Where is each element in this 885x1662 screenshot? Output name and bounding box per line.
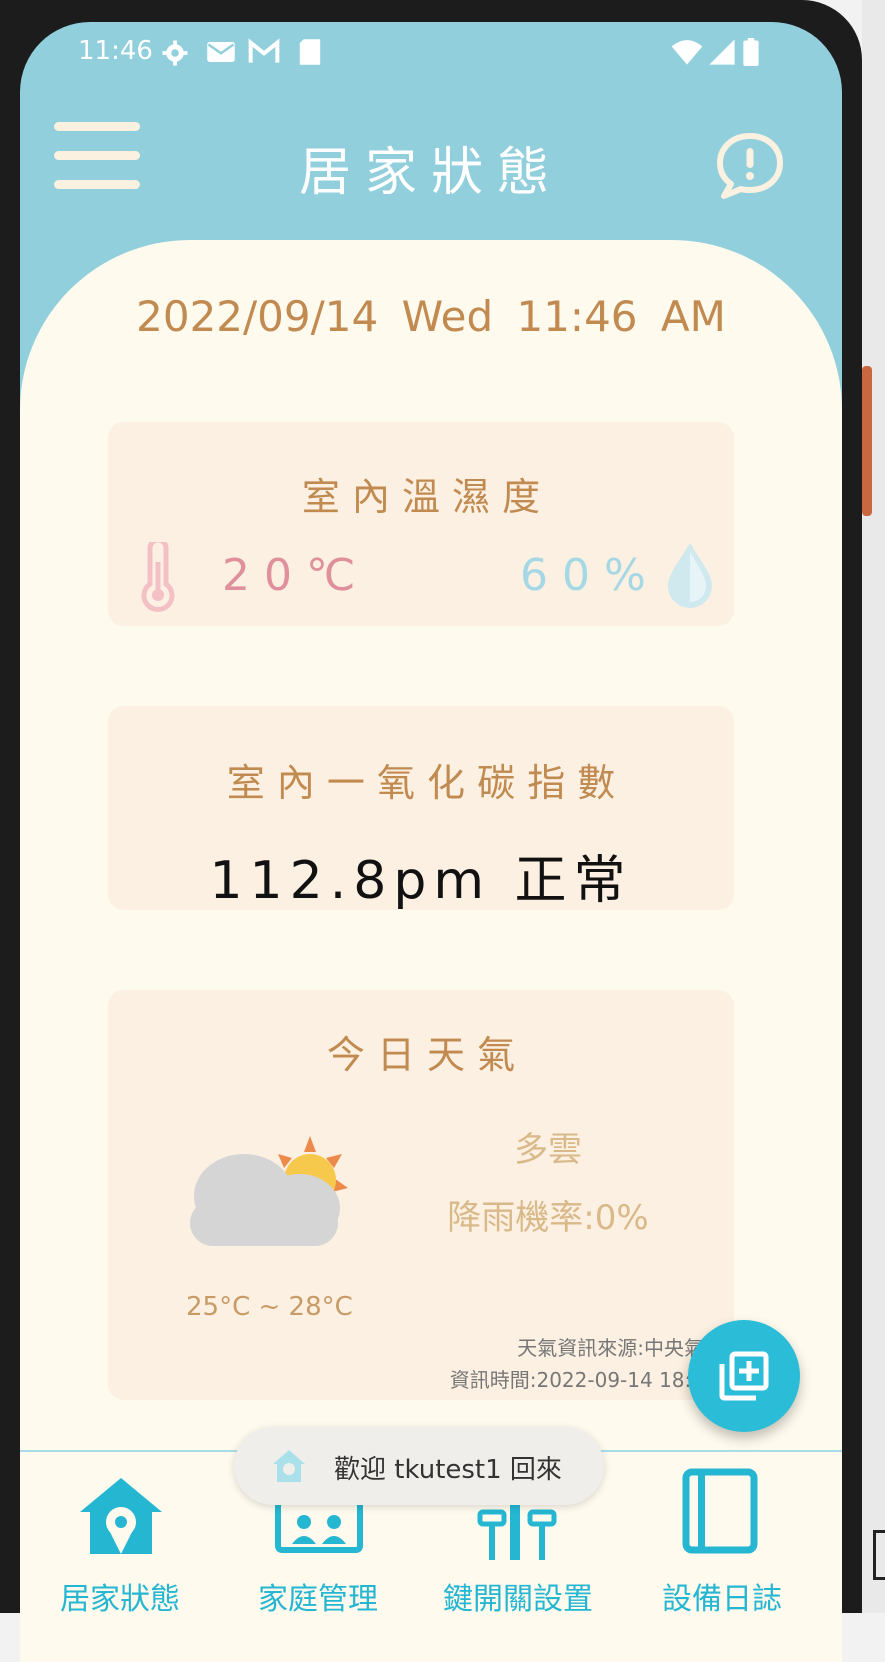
temp-humidity-card: 室 內 溫 濕 度 20℃ 60% (108, 422, 734, 626)
weather-description: 多雲 (514, 1130, 582, 1170)
app-logo-icon (273, 1450, 305, 1482)
add-card-button[interactable] (688, 1320, 800, 1432)
gmail-icon (248, 38, 280, 63)
nav-item-home-status[interactable]: 居家狀態 (40, 1462, 200, 1617)
weather-source: 天氣資訊來源:中央氣 (517, 1336, 704, 1360)
weather-info-time: 資訊時間:2022-09-14 18:0 (449, 1368, 704, 1392)
mail-icon (207, 42, 235, 62)
switch-settings-icon (477, 1504, 557, 1560)
gear-icon (162, 40, 188, 66)
nav-label: 鍵開關設置 (443, 1582, 593, 1617)
current-datetime: 2022/09/14 Wed 11:46 AM (136, 292, 726, 341)
side-button (862, 366, 872, 516)
family-icon (275, 1499, 363, 1553)
temperature-value: 20℃ (222, 550, 370, 601)
nav-label: 設備日誌 (662, 1582, 782, 1617)
status-time: 11:46 (78, 36, 153, 66)
welcome-toast: 歡迎 tkutest1 回來 (234, 1427, 604, 1505)
temp-humidity-title: 室 內 溫 濕 度 (301, 475, 541, 519)
side-strip (862, 0, 885, 1613)
temp-range: 25°C ~ 28°C (186, 1292, 353, 1322)
nav-item-device-log[interactable]: 設備日誌 (642, 1462, 802, 1617)
co-value: 112.8pm 正常 (209, 851, 633, 911)
wifi-icon (671, 40, 703, 65)
status-bar: 11:46 (20, 22, 842, 82)
add-library-icon (719, 1351, 769, 1401)
rain-chance: 降雨機率:0% (447, 1198, 649, 1238)
toast-message: 歡迎 tkutest1 回來 (334, 1455, 562, 1485)
weather-title: 今 日 天 氣 (326, 1033, 516, 1077)
co-card: 室 內 一 氧 化 碳 指 數 112.8pm 正常 (108, 706, 734, 911)
water-drop-icon (668, 543, 712, 608)
cloudy-sun-icon (190, 1136, 348, 1246)
weather-card: 今 日 天 氣 多雲 降雨機率:0% 25°C ~ 28°C 天氣資訊來源:中央… (108, 990, 734, 1400)
notebook-icon (682, 1468, 758, 1554)
battery-icon (743, 38, 759, 66)
alert-message-icon[interactable] (714, 130, 786, 202)
sd-card-icon (299, 39, 321, 65)
app-screen: 11:46 居家狀態 2022/09/14 Wed 11:46 AM 室 內 溫… (20, 22, 842, 1662)
signal-icon (709, 39, 735, 65)
humidity-value: 60% (520, 550, 660, 601)
nav-label: 居家狀態 (60, 1582, 180, 1617)
side-bracket (873, 1530, 885, 1580)
co-title: 室 內 一 氧 化 碳 指 數 (226, 761, 616, 805)
home-location-icon (80, 1478, 162, 1554)
nav-label: 家庭管理 (258, 1582, 378, 1617)
thermometer-icon (141, 542, 175, 612)
